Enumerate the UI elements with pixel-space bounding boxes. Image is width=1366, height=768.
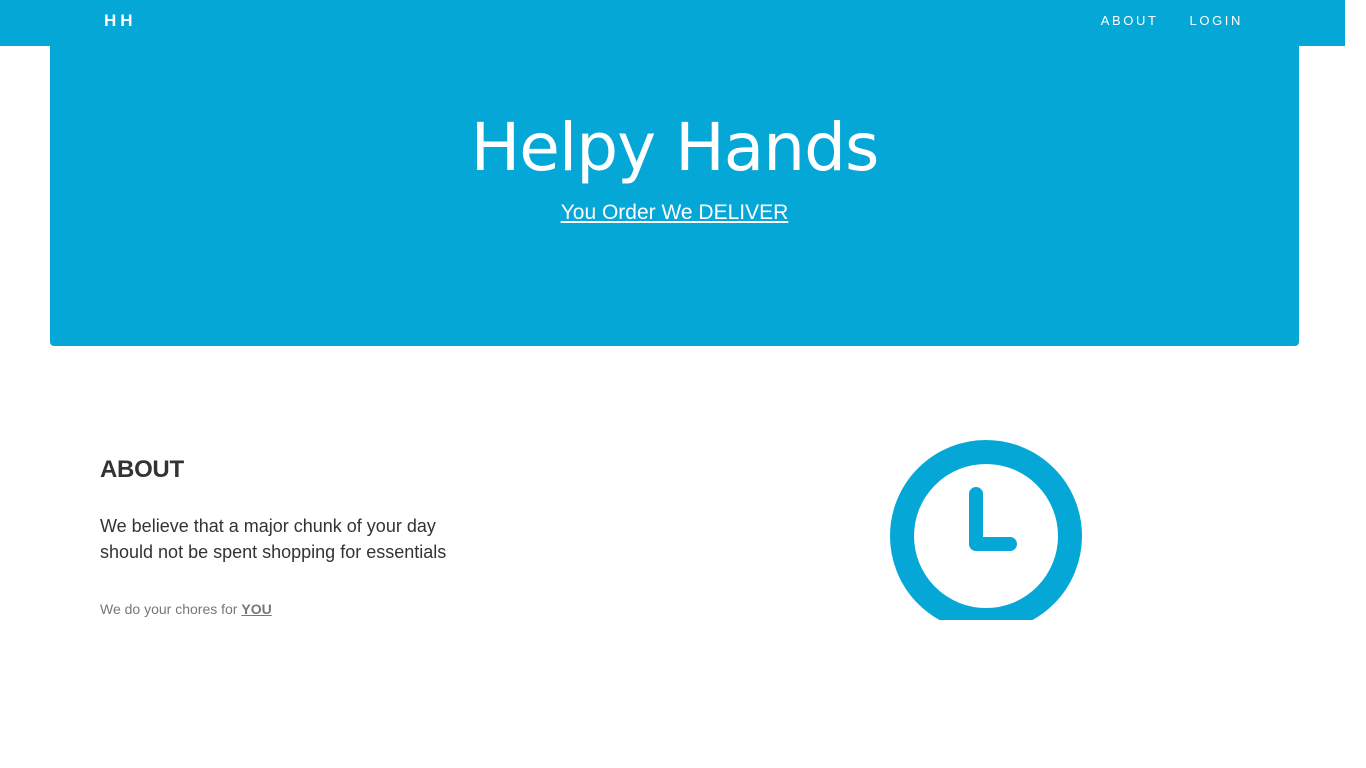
about-subtext: We do your chores for YOU bbox=[100, 599, 520, 619]
about-subtext-link[interactable]: YOU bbox=[241, 601, 271, 617]
about-subtext-prefix: We do your chores for bbox=[100, 601, 238, 617]
about-text: We believe that a major chunk of your da… bbox=[100, 516, 447, 562]
about-heading: ABOUT bbox=[100, 456, 184, 483]
nav-link-login[interactable]: LOGIN bbox=[1190, 13, 1243, 28]
about-section: ABOUT We believe that a major chunk of y… bbox=[100, 455, 520, 619]
top-navbar: HH ABOUT LOGIN bbox=[0, 0, 1345, 46]
nav-links: ABOUT LOGIN bbox=[1101, 13, 1243, 28]
clock-icon bbox=[880, 430, 1092, 620]
hero-title: Helpy Hands bbox=[470, 109, 880, 186]
hero-tagline-link[interactable]: You Order We DELIVER bbox=[561, 201, 789, 224]
hero-banner: Helpy Hands You Order We DELIVER bbox=[50, 46, 1299, 346]
hero-tagline: You Order We DELIVER bbox=[50, 200, 1299, 226]
brand-logo[interactable]: HH bbox=[104, 11, 137, 31]
nav-link-about[interactable]: ABOUT bbox=[1101, 13, 1159, 28]
